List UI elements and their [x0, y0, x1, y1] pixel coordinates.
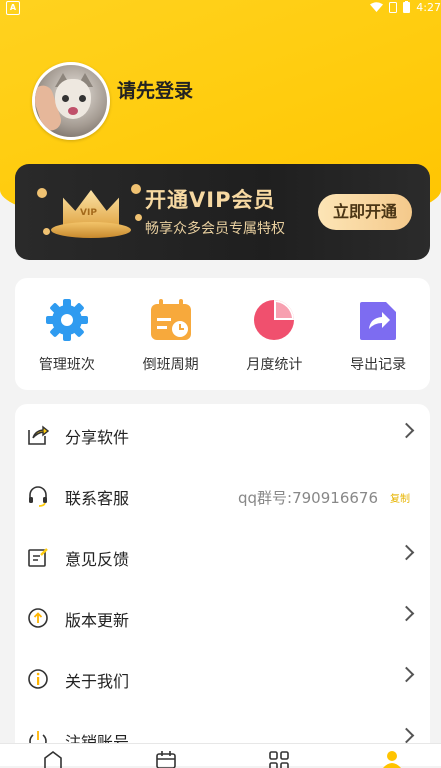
sim-icon: [389, 1, 398, 13]
tool-label: 倒班周期: [142, 357, 199, 373]
status-time: 4:27: [416, 0, 441, 14]
menu-label: 分享软件: [65, 428, 130, 447]
status-bar: A 4:27: [0, 0, 441, 22]
menu-label: 联系客服: [65, 489, 130, 508]
calendar-clock-icon: [150, 299, 191, 340]
bottom-tab-bar: [0, 743, 441, 768]
chevron-right-icon: [398, 544, 415, 561]
qq-group-number: qq群号:790916676: [238, 489, 378, 507]
gear-icon: [45, 299, 88, 341]
export-icon: [360, 302, 397, 340]
menu-item-feedback[interactable]: 意见反馈: [15, 526, 430, 587]
menu-label: 关于我们: [65, 672, 130, 691]
tool-shift-cycle[interactable]: 倒班周期: [122, 278, 220, 390]
tool-label: 月度统计: [246, 357, 303, 373]
tool-manage-shifts[interactable]: 管理班次: [18, 278, 116, 390]
vip-title: 开通VIP会员: [145, 188, 276, 212]
menu-label: 意见反馈: [65, 550, 130, 569]
home-tab-icon[interactable]: [42, 750, 64, 768]
feedback-icon: [28, 548, 48, 567]
update-icon: [28, 608, 48, 628]
battery-icon: [403, 1, 411, 13]
pie-chart-icon: [254, 300, 295, 340]
menu-item-support[interactable]: 联系客服 qq群号:790916676 复制: [15, 465, 430, 526]
menu-item-about[interactable]: 关于我们: [15, 648, 430, 709]
menu-item-update[interactable]: 版本更新: [15, 587, 430, 648]
info-icon: [28, 669, 48, 689]
calendar-tab-icon[interactable]: [155, 750, 177, 768]
menu-label: 版本更新: [65, 611, 130, 630]
share-icon: [28, 425, 49, 445]
vip-badge: VIP: [80, 208, 97, 218]
vip-banner[interactable]: VIP 开通VIP会员 畅享众多会员专属特权 立即开通: [15, 164, 430, 260]
tool-label: 导出记录: [350, 357, 407, 373]
tool-label: 管理班次: [38, 357, 95, 373]
login-prompt[interactable]: 请先登录: [117, 76, 193, 103]
chevron-right-icon: [398, 605, 415, 622]
chevron-right-icon: [398, 727, 415, 744]
open-vip-button[interactable]: 立即开通: [318, 194, 412, 230]
headset-icon: [29, 486, 47, 507]
wifi-icon: [370, 2, 384, 12]
profile-tab-icon[interactable]: [381, 750, 403, 768]
notification-icon: A: [6, 1, 20, 15]
copy-button[interactable]: 复制: [390, 490, 410, 505]
chevron-right-icon: [398, 666, 415, 683]
avatar[interactable]: [32, 62, 110, 140]
grid-tab-icon[interactable]: [268, 750, 290, 768]
tool-monthly-stats[interactable]: 月度统计: [225, 278, 323, 390]
settings-list: 分享软件 联系客服 qq群号:790916676 复制 意见反馈 版本更新 关于…: [15, 404, 430, 765]
crown-icon: VIP: [37, 178, 145, 248]
menu-item-share[interactable]: 分享软件: [15, 404, 430, 465]
chevron-right-icon: [398, 422, 415, 439]
vip-subtitle: 畅享众多会员专属特权: [145, 221, 285, 237]
tools-panel: 管理班次 倒班周期 月度统计 导出记录: [15, 278, 430, 390]
tool-export-records[interactable]: 导出记录: [329, 278, 427, 390]
